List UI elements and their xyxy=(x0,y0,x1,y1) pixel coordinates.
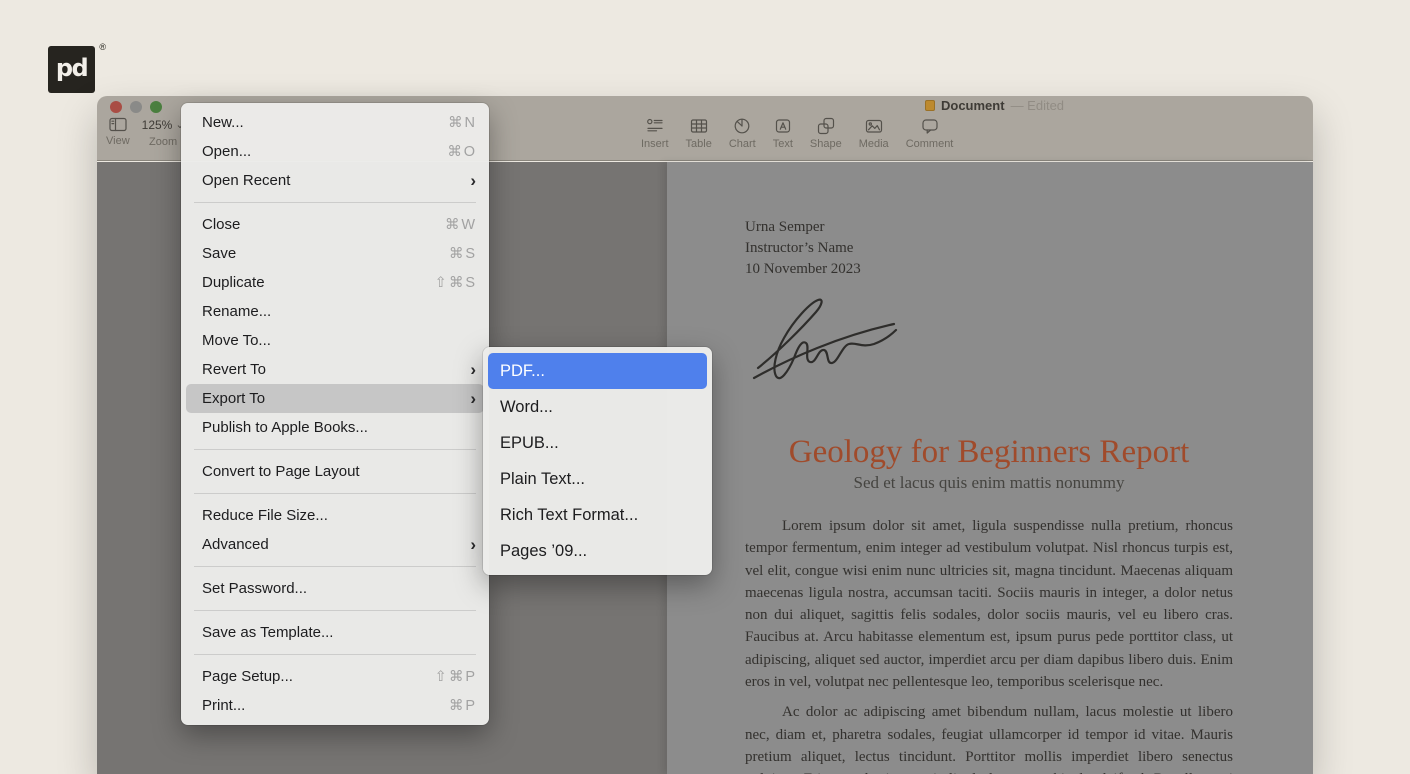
table-button-label: Table xyxy=(685,138,712,150)
shape-icon xyxy=(817,117,835,135)
table-button[interactable]: Table xyxy=(686,117,712,150)
page-content: Urna Semper Instructor’s Name 10 Novembe… xyxy=(667,162,1313,774)
submenu-item-plain-text[interactable]: Plain Text... xyxy=(488,461,707,497)
menu-separator xyxy=(194,449,476,450)
menu-separator xyxy=(194,610,476,611)
menu-item-duplicate[interactable]: Duplicate ⇧⌘S xyxy=(181,268,489,297)
submenu-item-epub[interactable]: EPUB... xyxy=(488,425,707,461)
menu-item-open-recent[interactable]: Open Recent › xyxy=(181,166,489,195)
signature-scribble xyxy=(752,298,898,380)
submenu-item-word[interactable]: Word... xyxy=(488,389,707,425)
submenu-item-pages-09[interactable]: Pages ’09... xyxy=(488,533,707,569)
view-button-label: View xyxy=(106,135,130,147)
menu-item-rename[interactable]: Rename... xyxy=(181,297,489,326)
menu-separator xyxy=(194,566,476,567)
registered-mark: ® xyxy=(99,42,106,52)
menu-separator xyxy=(194,654,476,655)
body-paragraph: Lorem ipsum dolor sit amet, ligula suspe… xyxy=(745,518,1233,691)
text-button-label: Text xyxy=(772,138,793,150)
chevron-right-icon: › xyxy=(470,171,476,190)
menu-separator xyxy=(194,202,476,203)
text-box-icon xyxy=(774,117,792,135)
menu-item-new[interactable]: New... ⌘N xyxy=(181,108,489,137)
menu-item-save[interactable]: Save ⌘S xyxy=(181,239,489,268)
window-title-status: — Edited xyxy=(1010,98,1065,113)
document-date: 10 November 2023 xyxy=(745,261,861,277)
minimize-window-button[interactable] xyxy=(130,101,142,113)
document-page[interactable]: Urna Semper Instructor’s Name 10 Novembe… xyxy=(667,162,1313,774)
document-file-icon xyxy=(925,100,935,111)
menu-item-open[interactable]: Open... ⌘O xyxy=(181,137,489,166)
menu-item-set-password[interactable]: Set Password... xyxy=(181,574,489,603)
window-title-text: Document xyxy=(941,98,1005,113)
menu-item-print[interactable]: Print... ⌘P xyxy=(181,691,489,720)
chart-button[interactable]: Chart xyxy=(729,117,756,150)
zoom-value: 125% xyxy=(141,118,173,132)
shape-button-label: Shape xyxy=(809,138,842,150)
window-title: Document — Edited xyxy=(925,98,1064,113)
document-subtitle: Sed et lacus quis enim mattis nonummy xyxy=(853,473,1125,492)
chevron-right-icon: › xyxy=(470,535,476,554)
insert-button[interactable]: Insert xyxy=(641,117,669,150)
file-menu: New... ⌘N Open... ⌘O Open Recent › Close… xyxy=(181,103,489,725)
logo-text: pd xyxy=(55,54,89,82)
text-button[interactable]: Text xyxy=(773,117,793,150)
instructor-name: Instructor’s Name xyxy=(745,240,854,256)
submenu-item-pdf[interactable]: PDF... xyxy=(488,353,707,389)
comment-button-label: Comment xyxy=(905,138,954,150)
fullscreen-window-button[interactable] xyxy=(150,101,162,113)
insert-icon xyxy=(646,117,664,135)
zoom-control[interactable]: 125% ⌄ Zoom xyxy=(142,117,185,148)
body-paragraph: Ac dolor ac adipiscing amet bibendum nul… xyxy=(745,704,1233,774)
menu-item-close[interactable]: Close ⌘W xyxy=(181,210,489,239)
chart-button-label: Chart xyxy=(728,138,756,150)
zoom-control-label: Zoom xyxy=(149,136,178,148)
media-button-label: Media xyxy=(858,138,889,150)
document-title: Geology for Beginners Report xyxy=(788,434,1190,470)
submenu-item-rich-text-format[interactable]: Rich Text Format... xyxy=(488,497,707,533)
comment-button[interactable]: Comment xyxy=(905,117,954,150)
menu-separator xyxy=(194,493,476,494)
chevron-right-icon: › xyxy=(470,360,476,379)
author-name: Urna Semper xyxy=(745,219,825,235)
menu-item-move-to[interactable]: Move To... xyxy=(181,326,489,355)
media-image-icon xyxy=(865,117,883,135)
media-button[interactable]: Media xyxy=(859,117,889,150)
menu-item-convert-to-page-layout[interactable]: Convert to Page Layout xyxy=(181,457,489,486)
insert-button-label: Insert xyxy=(641,138,669,150)
export-to-submenu: PDF... Word... EPUB... Plain Text... Ric… xyxy=(483,347,712,575)
close-window-button[interactable] xyxy=(110,101,122,113)
view-sidebar-icon xyxy=(109,117,127,132)
pandadoc-logo: pd ® xyxy=(48,42,106,93)
menu-item-export-to[interactable]: Export To › xyxy=(186,384,484,413)
menu-item-advanced[interactable]: Advanced › xyxy=(181,530,489,559)
toolbar-left-group: View 125% ⌄ Zoom xyxy=(106,117,185,148)
comment-bubble-icon xyxy=(921,117,939,135)
view-button[interactable]: View xyxy=(106,117,130,148)
menu-item-save-as-template[interactable]: Save as Template... xyxy=(181,618,489,647)
menu-item-reduce-file-size[interactable]: Reduce File Size... xyxy=(181,501,489,530)
menu-item-publish-to-apple-books[interactable]: Publish to Apple Books... xyxy=(181,413,489,442)
menu-item-page-setup[interactable]: Page Setup... ⇧⌘P xyxy=(181,662,489,691)
screen: pd ® Document — Edited View 125% ⌄ Zoom … xyxy=(0,0,1410,774)
traffic-lights xyxy=(110,101,162,113)
toolbar-right-group: Insert Table Chart Text Shape Media Comm… xyxy=(641,117,953,150)
menu-item-revert-to[interactable]: Revert To › xyxy=(181,355,489,384)
table-icon xyxy=(690,117,708,135)
chart-pie-icon xyxy=(733,117,751,135)
shape-button[interactable]: Shape xyxy=(810,117,842,150)
chevron-right-icon: › xyxy=(470,389,476,408)
